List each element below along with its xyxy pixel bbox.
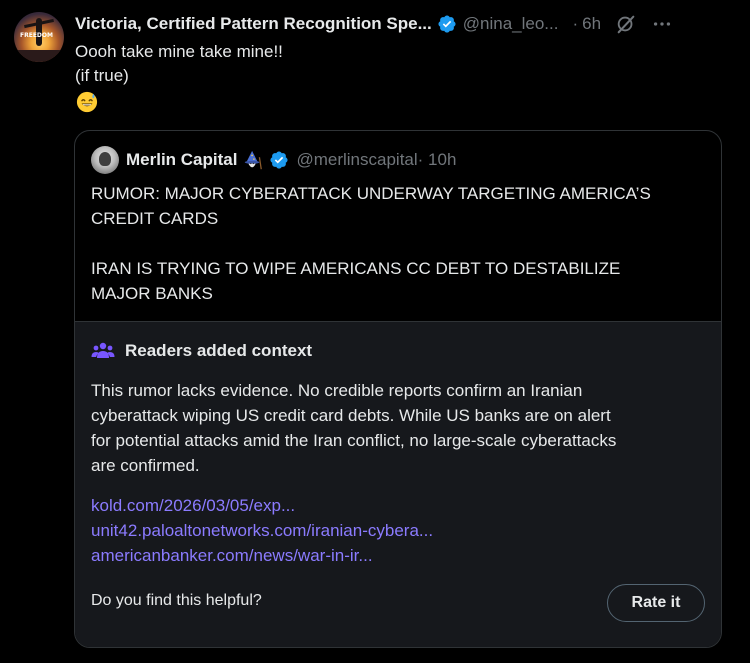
quote-line: IRAN IS TRYING TO WIPE AMERICANS CC DEBT…: [91, 259, 621, 278]
quote-line: CREDIT CARDS: [91, 209, 219, 228]
author-avatar[interactable]: FREEDOM: [14, 12, 64, 62]
notes-header: Readers added context: [91, 339, 312, 363]
grok-icon[interactable]: [615, 13, 637, 35]
tweet-text: Oooh take mine take mine!! (if true): [75, 40, 283, 88]
avatar-text: FREEDOM: [20, 32, 53, 39]
notes-links: kold.com/2026/03/05/exp... unit42.paloal…: [91, 493, 433, 568]
quote-line: RUMOR: MAJOR CYBERATTACK UNDERWAY TARGET…: [91, 184, 651, 203]
quote-text: RUMOR: MAJOR CYBERATTACK UNDERWAY TARGET…: [91, 181, 701, 306]
notes-line: This rumor lacks evidence. No credible r…: [91, 381, 583, 400]
quote-line: [91, 231, 701, 256]
notes-line: cyberattack wiping US credit card debts.…: [91, 406, 611, 425]
quoted-tweet[interactable]: Merlin Capital @merlinscapital · 10h RUM…: [74, 130, 722, 648]
rate-it-button[interactable]: Rate it: [607, 584, 705, 622]
source-link[interactable]: americanbanker.com/news/war-in-ir...: [91, 543, 433, 568]
notes-line: for potential attacks amid the Iran conf…: [91, 431, 617, 450]
verified-badge-icon: [270, 151, 289, 169]
quote-time[interactable]: · 10h: [418, 150, 457, 170]
notes-body: This rumor lacks evidence. No credible r…: [91, 378, 707, 478]
avatar-ground: [14, 50, 64, 62]
quote-handle[interactable]: @merlinscapital: [296, 150, 417, 170]
post-time[interactable]: 6h: [582, 14, 601, 34]
people-icon: [91, 342, 115, 358]
tweet-header: Victoria, Certified Pattern Recognition …: [75, 12, 730, 36]
more-options-icon[interactable]: [651, 13, 673, 35]
tweet-line: (if true): [75, 66, 129, 85]
sweat-smile-emoji-icon: [76, 91, 98, 113]
notes-title: Readers added context: [125, 341, 313, 360]
community-notes: Readers added context This rumor lacks e…: [75, 321, 721, 647]
helpful-prompt: Do you find this helpful?: [91, 592, 262, 609]
author-handle[interactable]: @nina_leo...: [463, 14, 559, 34]
quote-avatar[interactable]: [91, 146, 119, 174]
verified-badge-icon: [438, 15, 456, 33]
source-link[interactable]: kold.com/2026/03/05/exp...: [91, 493, 433, 518]
wizard-emoji-icon: [245, 150, 263, 170]
quote-header: Merlin Capital @merlinscapital · 10h: [91, 146, 457, 174]
quote-line: MAJOR BANKS: [91, 284, 213, 303]
tweet[interactable]: FREEDOM Victoria, Certified Pattern Reco…: [0, 0, 750, 663]
author-name[interactable]: Victoria, Certified Pattern Recognition …: [75, 14, 432, 34]
notes-line: are confirmed.: [91, 456, 200, 475]
separator-dot: ·: [572, 14, 579, 33]
source-link[interactable]: unit42.paloaltonetworks.com/iranian-cybe…: [91, 518, 433, 543]
tweet-line: Oooh take mine take mine!!: [75, 42, 283, 61]
quote-author-name[interactable]: Merlin Capital: [126, 150, 237, 170]
